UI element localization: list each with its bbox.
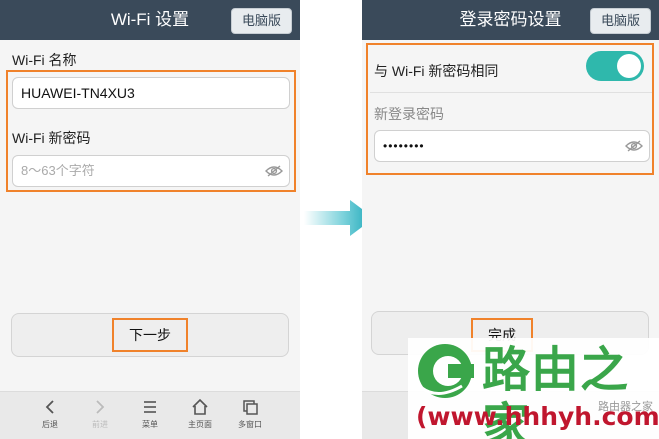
nav-home[interactable]: 主页面 [175,398,225,430]
eye-hidden-icon[interactable] [625,139,643,153]
wifi-password-input[interactable]: 8～63个字符 [12,155,290,187]
eye-hidden-icon[interactable] [265,164,283,178]
header-bar: 登录密码设置 电脑版 [362,0,659,40]
wifi-password-label: Wi-Fi 新密码 [12,130,91,146]
chevron-right-icon [96,400,105,414]
ssid-label: Wi-Fi 名称 [12,52,77,68]
nav-windows[interactable]: 多窗口 [225,398,275,430]
nav-forward-label: 前进 [92,420,108,429]
nav-home-label: 主页面 [188,420,212,429]
same-as-wifi-toggle[interactable] [586,51,644,81]
toggle-knob [617,54,641,78]
ssid-value: HUAWEI-TN4XU3 [21,85,135,101]
ssid-input[interactable]: HUAWEI-TN4XU3 [12,77,290,109]
menu-icon [144,401,156,413]
pc-version-button[interactable]: 电脑版 [589,8,651,34]
multi-window-icon [243,400,258,415]
nav-forward[interactable]: 前进 [75,398,125,430]
brand-logo-icon [418,344,474,398]
login-password-label: 新登录密码 [374,106,444,122]
nav-menu-label: 菜单 [142,420,158,429]
next-step-label[interactable]: 下一步 [112,318,188,352]
bottom-navigation: 后退 前进 菜单 主页面 多窗口 [0,391,300,439]
login-password-input[interactable]: •••••••• [374,130,650,162]
chevron-left-icon [45,400,54,414]
login-password-value: •••••••• [383,139,425,153]
nav-back-label: 后退 [42,420,58,429]
password-placeholder: 8～63个字符 [21,163,95,178]
brand-subtitle: 路由器之家 [598,401,653,413]
home-icon [192,398,208,415]
pc-version-button[interactable]: 电脑版 [230,8,292,34]
divider [370,92,652,93]
same-as-wifi-label: 与 Wi-Fi 新密码相同 [374,63,499,79]
header-bar: Wi-Fi 设置 电脑版 [0,0,300,40]
nav-back[interactable]: 后退 [25,398,75,430]
nav-menu[interactable]: 菜单 [125,398,175,430]
wifi-settings-screen: Wi-Fi 设置 电脑版 Wi-Fi 名称 HUAWEI-TN4XU3 Wi-F… [0,0,300,439]
nav-windows-label: 多窗口 [238,420,262,429]
site-watermark: 路由之家 (www.hhhyh.com) 路由器之家 [408,338,659,439]
